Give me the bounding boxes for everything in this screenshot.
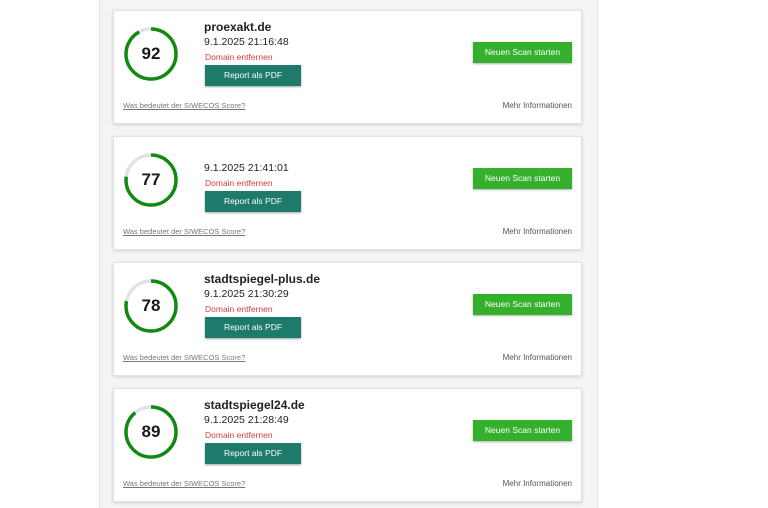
scan-card-4: 89 stadtspiegel24.de 9.1.2025 21:28:49 D… bbox=[113, 388, 582, 502]
score-gauge: 92 bbox=[123, 26, 179, 82]
report-pdf-button[interactable]: Report als PDF bbox=[205, 443, 301, 464]
score-value: 77 bbox=[141, 170, 161, 189]
more-info-link[interactable]: Mehr Informationen bbox=[503, 479, 572, 488]
score-info-link[interactable]: Was bedeutet der SIWECOS Score? bbox=[123, 353, 245, 362]
score-value: 92 bbox=[141, 44, 161, 63]
score-info-link[interactable]: Was bedeutet der SIWECOS Score? bbox=[123, 101, 245, 110]
scan-overview-page: 92 proexakt.de 9.1.2025 21:16:48 Domain … bbox=[0, 0, 768, 508]
report-pdf-button[interactable]: Report als PDF bbox=[205, 65, 301, 86]
remove-domain-link[interactable]: Domain entfernen bbox=[205, 430, 273, 440]
new-scan-button[interactable]: Neuen Scan starten bbox=[473, 420, 572, 441]
more-info-link[interactable]: Mehr Informationen bbox=[503, 227, 572, 236]
scan-date: 9.1.2025 21:16:48 bbox=[204, 36, 289, 48]
domain-name: proexakt.de bbox=[204, 20, 272, 34]
remove-domain-link[interactable]: Domain entfernen bbox=[205, 52, 273, 62]
domain-name: stadtspiegel24.de bbox=[204, 398, 305, 412]
scan-date: 9.1.2025 21:28:49 bbox=[204, 414, 289, 426]
score-value: 89 bbox=[141, 422, 161, 441]
remove-domain-link[interactable]: Domain entfernen bbox=[205, 304, 273, 314]
scan-card-2: 77 9.1.2025 21:41:01 Domain entfernen Re… bbox=[113, 136, 582, 250]
score-info-link[interactable]: Was bedeutet der SIWECOS Score? bbox=[123, 227, 245, 236]
scan-date: 9.1.2025 21:41:01 bbox=[204, 162, 289, 174]
score-gauge: 89 bbox=[123, 404, 179, 460]
report-pdf-button[interactable]: Report als PDF bbox=[205, 191, 301, 212]
remove-domain-link[interactable]: Domain entfernen bbox=[205, 178, 273, 188]
domain-name: stadtspiegel-plus.de bbox=[204, 272, 321, 286]
scan-card-3: 78 stadtspiegel-plus.de 9.1.2025 21:30:2… bbox=[113, 262, 582, 376]
score-info-link[interactable]: Was bedeutet der SIWECOS Score? bbox=[123, 479, 245, 488]
new-scan-button[interactable]: Neuen Scan starten bbox=[473, 42, 572, 63]
more-info-link[interactable]: Mehr Informationen bbox=[503, 101, 572, 110]
score-value: 78 bbox=[141, 296, 161, 315]
new-scan-button[interactable]: Neuen Scan starten bbox=[473, 294, 572, 315]
report-pdf-button[interactable]: Report als PDF bbox=[205, 317, 301, 338]
scan-card-1: 92 proexakt.de 9.1.2025 21:16:48 Domain … bbox=[113, 10, 582, 124]
score-gauge: 77 bbox=[123, 152, 179, 208]
scan-date: 9.1.2025 21:30:29 bbox=[204, 288, 289, 300]
score-gauge: 78 bbox=[123, 278, 179, 334]
new-scan-button[interactable]: Neuen Scan starten bbox=[473, 168, 572, 189]
more-info-link[interactable]: Mehr Informationen bbox=[503, 353, 572, 362]
